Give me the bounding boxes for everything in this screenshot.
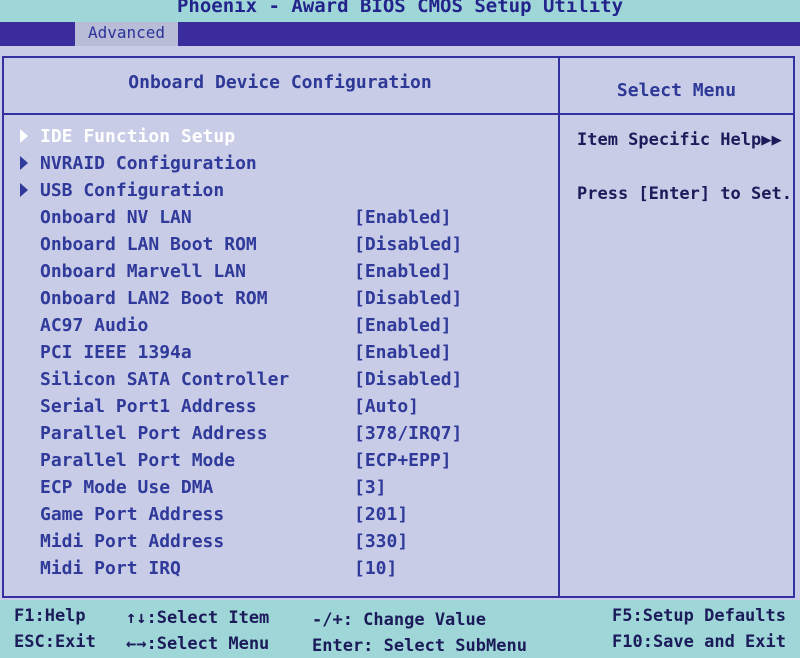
setting-onboard-lan2-boot-rom[interactable]: Onboard LAN2 Boot ROM [Disabled]	[20, 288, 550, 315]
setting-midi-port-address[interactable]: Midi Port Address [330]	[20, 531, 550, 558]
setting-midi-port-irq[interactable]: Midi Port IRQ [10]	[20, 558, 550, 585]
setting-serial-port1-address[interactable]: Serial Port1 Address [Auto]	[20, 396, 550, 423]
setting-value[interactable]: [201]	[354, 504, 408, 525]
setting-value[interactable]: [Disabled]	[354, 288, 462, 309]
setting-label: Silicon SATA Controller	[40, 369, 290, 390]
key-help: F1:Help	[14, 606, 86, 626]
key-select-submenu: Enter: Select SubMenu	[312, 636, 527, 656]
setting-value[interactable]: [Enabled]	[354, 342, 452, 363]
tab-strip: Advanced	[0, 22, 800, 46]
submenu-arrow-icon	[20, 183, 28, 197]
submenu-label: IDE Function Setup	[40, 126, 236, 147]
setting-value[interactable]: [Enabled]	[354, 207, 452, 228]
submenu-usb-configuration[interactable]: USB Configuration	[20, 180, 550, 207]
setting-label: Onboard LAN2 Boot ROM	[40, 288, 268, 309]
key-exit: ESC:Exit	[14, 632, 96, 652]
setting-value[interactable]: [Enabled]	[354, 261, 452, 282]
submenu-ide-function-setup[interactable]: IDE Function Setup	[20, 126, 550, 153]
setting-parallel-port-mode[interactable]: Parallel Port Mode [ECP+EPP]	[20, 450, 550, 477]
setting-silicon-sata-controller[interactable]: Silicon SATA Controller [Disabled]	[20, 369, 550, 396]
help-title: Select Menu	[616, 80, 737, 101]
submenu-arrow-icon	[20, 129, 28, 143]
setting-value[interactable]: [Auto]	[354, 396, 419, 417]
setting-value[interactable]: [3]	[354, 477, 387, 498]
setting-value[interactable]: [Disabled]	[354, 369, 462, 390]
setting-value[interactable]: [Enabled]	[354, 315, 452, 336]
setting-label: Onboard LAN Boot ROM	[40, 234, 257, 255]
setting-value[interactable]: [ECP+EPP]	[354, 450, 452, 471]
setting-onboard-nv-lan[interactable]: Onboard NV LAN [Enabled]	[20, 207, 550, 234]
key-setup-defaults: F5:Setup Defaults	[612, 606, 786, 626]
setting-label: PCI IEEE 1394a	[40, 342, 192, 363]
tab-advanced[interactable]: Advanced	[75, 22, 178, 46]
setting-label: Serial Port1 Address	[40, 396, 257, 417]
setting-onboard-lan-boot-rom[interactable]: Onboard LAN Boot ROM [Disabled]	[20, 234, 550, 261]
setting-value[interactable]: [378/IRQ7]	[354, 423, 462, 444]
panel-divider-horizontal	[2, 113, 795, 115]
key-select-item: ↑↓:Select Item	[126, 608, 270, 628]
submenu-label: NVRAID Configuration	[40, 153, 257, 174]
setting-label: Midi Port IRQ	[40, 558, 181, 579]
key-select-menu: ←→:Select Menu	[126, 634, 270, 654]
setting-label: Game Port Address	[40, 504, 225, 525]
key-save-and-exit: F10:Save and Exit	[612, 632, 786, 652]
setting-label: Midi Port Address	[40, 531, 225, 552]
help-item-specific: Item Specific Help▶▶	[577, 130, 782, 150]
setting-label: AC97 Audio	[40, 315, 149, 336]
submenu-label: USB Configuration	[40, 180, 225, 201]
setting-onboard-marvell-lan[interactable]: Onboard Marvell LAN [Enabled]	[20, 261, 550, 288]
setting-label: Parallel Port Address	[40, 423, 268, 444]
setting-label: Onboard Marvell LAN	[40, 261, 246, 282]
setting-value[interactable]: [10]	[354, 558, 397, 579]
setting-value[interactable]: [330]	[354, 531, 408, 552]
setting-game-port-address[interactable]: Game Port Address [201]	[20, 504, 550, 531]
setting-label: ECP Mode Use DMA	[40, 477, 214, 498]
setting-ecp-mode-use-dma[interactable]: ECP Mode Use DMA [3]	[20, 477, 550, 504]
setting-value[interactable]: [Disabled]	[354, 234, 462, 255]
help-press-enter: Press [Enter] to Set.	[577, 184, 792, 204]
setting-pci-ieee-1394a[interactable]: PCI IEEE 1394a [Enabled]	[20, 342, 550, 369]
setting-parallel-port-address[interactable]: Parallel Port Address [378/IRQ7]	[20, 423, 550, 450]
submenu-arrow-icon	[20, 156, 28, 170]
panel-divider-vertical	[558, 56, 560, 598]
submenu-nvraid-configuration[interactable]: NVRAID Configuration	[20, 153, 550, 180]
panel-title: Onboard Device Configuration	[128, 72, 432, 93]
setting-label: Parallel Port Mode	[40, 450, 236, 471]
key-legend-bar: F1:Help ESC:Exit ↑↓:Select Item ←→:Selec…	[0, 600, 800, 658]
key-change-value: -/+: Change Value	[312, 610, 486, 630]
setting-ac97-audio[interactable]: AC97 Audio [Enabled]	[20, 315, 550, 342]
app-title-bar: Phoenix - Award BIOS CMOS Setup Utility	[0, 0, 800, 22]
app-title: Phoenix - Award BIOS CMOS Setup Utility	[176, 0, 624, 17]
setting-label: Onboard NV LAN	[40, 207, 192, 228]
